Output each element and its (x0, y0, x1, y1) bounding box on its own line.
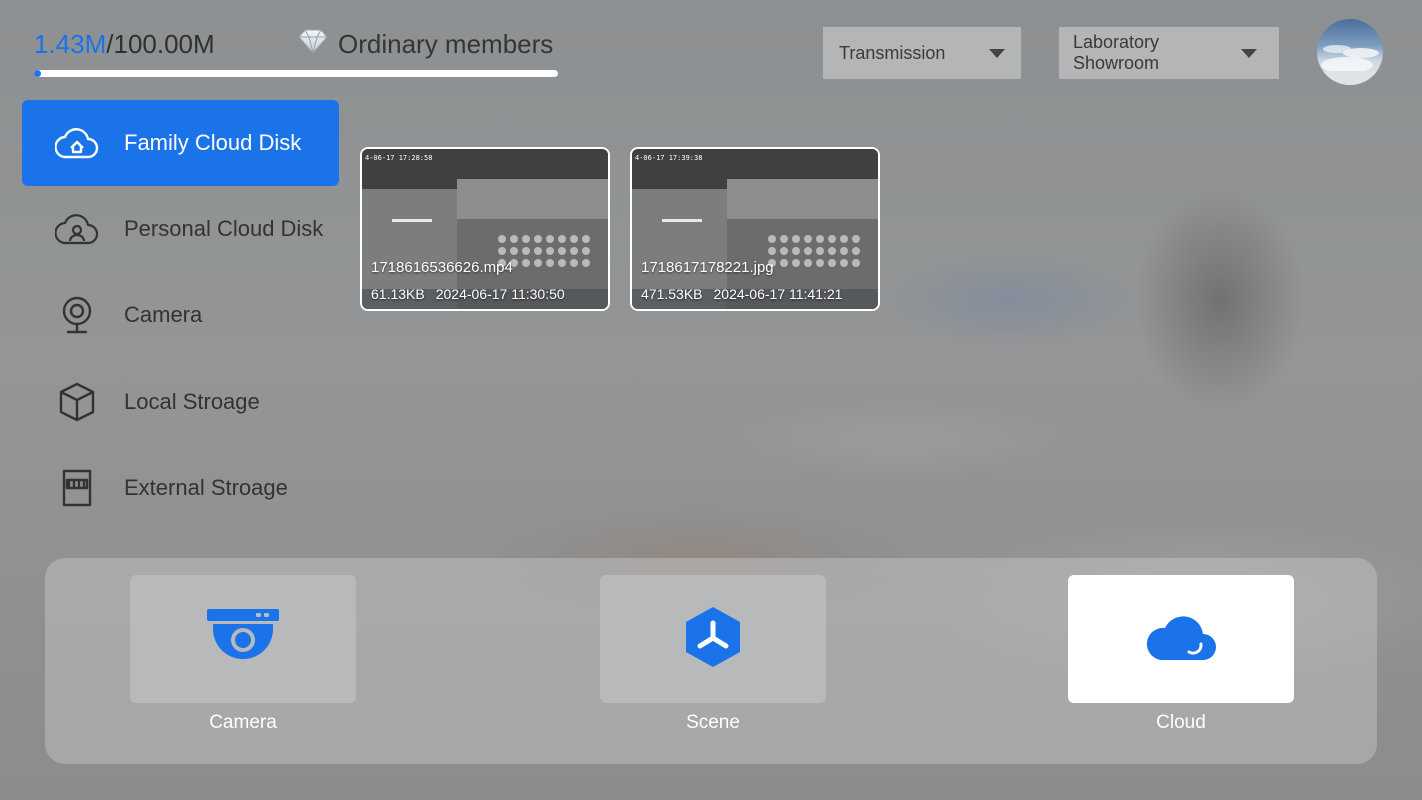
scene-hexagon-icon (683, 605, 743, 674)
storage-usage: 1.43M/100.00M (34, 28, 215, 60)
file-meta: 61.13KB 2024-06-17 11:30:50 (371, 286, 565, 302)
tab-tile[interactable] (1068, 575, 1294, 703)
file-date: 2024-06-17 11:41:21 (713, 286, 843, 302)
home-cloud-icon (54, 120, 100, 166)
diamond-icon (298, 28, 328, 61)
sidebar-item-label: Personal Cloud Disk (124, 216, 324, 241)
webcam-icon (54, 292, 100, 338)
location-dropdown[interactable]: Laboratory Showroom (1059, 27, 1279, 79)
tab-tile[interactable] (600, 575, 826, 703)
tab-label: Cloud (1156, 712, 1206, 733)
sidebar-item-camera[interactable]: Camera (22, 272, 339, 358)
tab-camera[interactable]: Camera (130, 575, 356, 734)
chevron-down-icon (1241, 48, 1257, 58)
file-card[interactable]: 4-06-17 17:28:58 1718616536626.mp4 61.13… (360, 147, 610, 311)
transmission-dropdown-label: Transmission (839, 42, 946, 63)
cube-icon (54, 379, 100, 425)
membership-label: Ordinary members (338, 28, 554, 59)
location-dropdown-label: Laboratory Showroom (1073, 32, 1160, 73)
sidebar-item-personal-cloud-disk[interactable]: Personal Cloud Disk (22, 186, 339, 272)
sidebar-item-label: Camera (124, 302, 203, 327)
sd-card-icon (54, 465, 100, 511)
file-date: 2024-06-17 11:30:50 (435, 286, 565, 302)
sidebar-item-label: Local Stroage (124, 389, 260, 414)
tab-cloud[interactable]: Cloud (1068, 575, 1294, 734)
tab-tile[interactable] (130, 575, 356, 703)
file-size: 471.53KB (641, 286, 703, 302)
transmission-dropdown[interactable]: Transmission (823, 27, 1021, 79)
membership-level: Ordinary members (298, 28, 553, 60)
sidebar-item-family-cloud-disk[interactable]: Family Cloud Disk (22, 100, 339, 186)
tab-scene[interactable]: Scene (600, 575, 826, 734)
video-timestamp-overlay: 4-06-17 17:39:38 (635, 154, 703, 162)
avatar[interactable] (1317, 19, 1383, 85)
tab-label: Camera (209, 712, 277, 733)
sidebar-item-local-storage[interactable]: Local Stroage (22, 359, 339, 445)
file-name: 1718616536626.mp4 (371, 259, 513, 276)
sidebar-item-label: Family Cloud Disk (124, 130, 302, 155)
file-card[interactable]: 4-06-17 17:39:38 1718617178221.jpg 471.5… (630, 147, 880, 311)
tab-label: Scene (686, 712, 740, 733)
chevron-down-icon (989, 48, 1005, 58)
storage-progress-bar (34, 70, 558, 77)
storage-progress-fill (34, 70, 42, 77)
bottom-tab-bar: Camera Scene Cloud (45, 558, 1377, 764)
file-name: 1718617178221.jpg (641, 259, 774, 276)
file-meta: 471.53KB 2024-06-17 11:41:21 (641, 286, 842, 302)
video-timestamp-overlay: 4-06-17 17:28:58 (365, 154, 433, 162)
sidebar-item-external-storage[interactable]: External Stroage (22, 445, 339, 531)
cloud-icon (1145, 612, 1217, 667)
storage-used: 1.43M (34, 29, 107, 59)
file-size: 61.13KB (371, 286, 425, 302)
dome-camera-icon (206, 607, 280, 672)
storage-total: /100.00M (106, 29, 215, 59)
user-cloud-icon (54, 206, 100, 252)
sidebar-item-label: External Stroage (124, 475, 288, 500)
